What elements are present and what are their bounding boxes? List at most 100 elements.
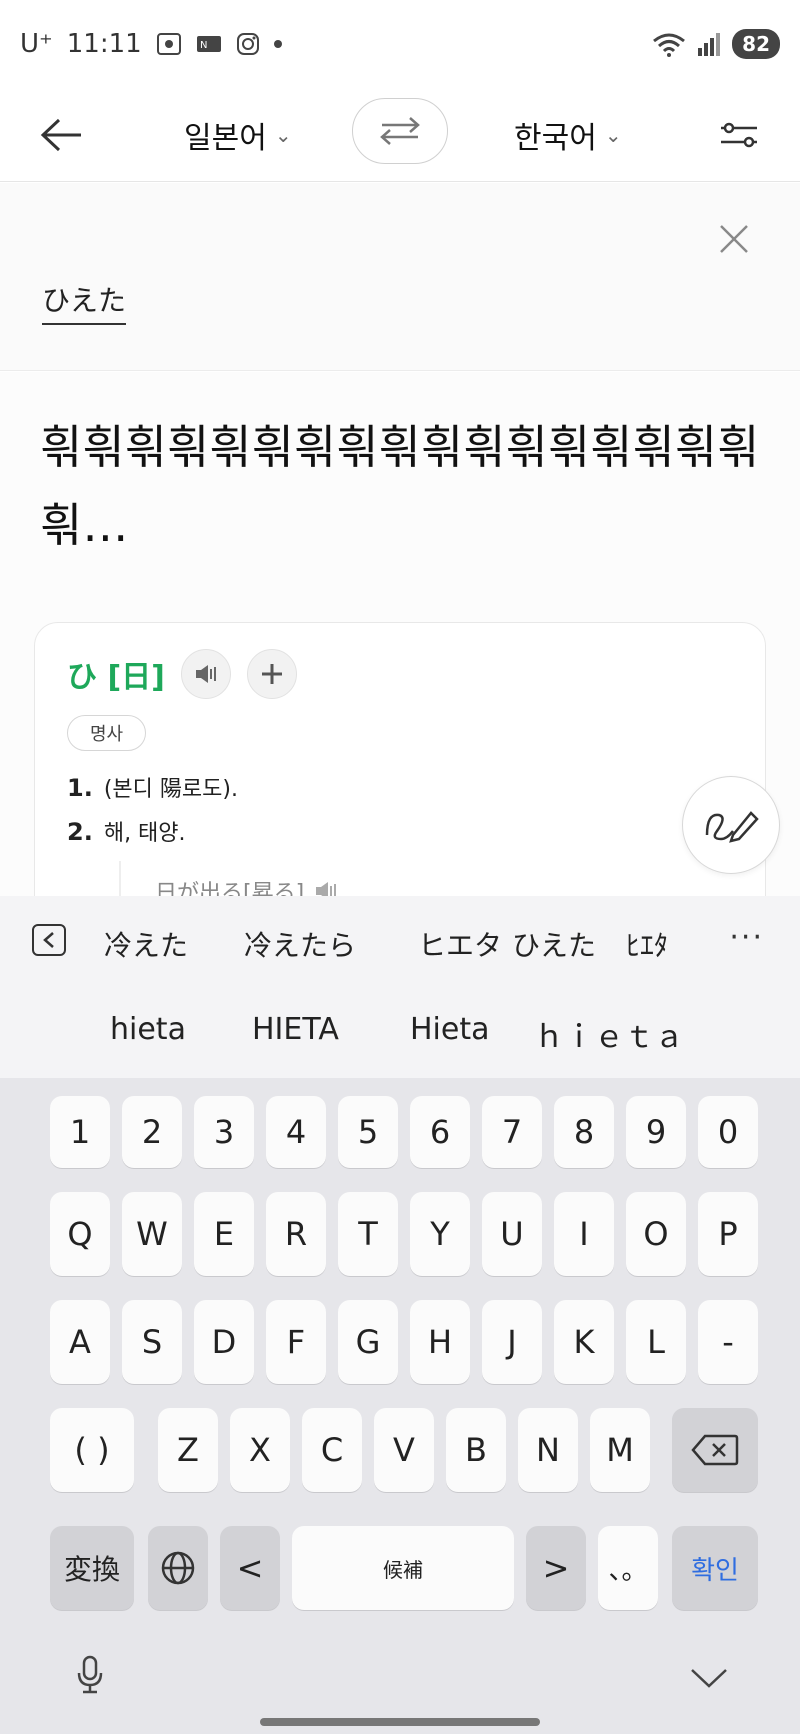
notification-dot-icon: [273, 40, 282, 48]
key-i[interactable]: I: [554, 1192, 614, 1276]
key-8[interactable]: 8: [554, 1096, 614, 1168]
key-q[interactable]: Q: [50, 1192, 110, 1276]
space-key[interactable]: 候補: [292, 1526, 514, 1610]
swap-icon: [380, 117, 420, 145]
key-s[interactable]: S: [122, 1300, 182, 1384]
confirm-key[interactable]: 확인: [672, 1526, 758, 1610]
key-b[interactable]: B: [446, 1408, 506, 1492]
key-v[interactable]: V: [374, 1408, 434, 1492]
pronounce-button[interactable]: [180, 649, 231, 699]
back-arrow-icon: [40, 118, 81, 152]
sliders-icon: [721, 122, 757, 148]
key-p[interactable]: P: [698, 1192, 758, 1276]
handwriting-icon: [705, 811, 759, 843]
speaker-icon: [195, 665, 216, 683]
key-y[interactable]: Y: [410, 1192, 470, 1276]
suggestion-item[interactable]: ｈｉｅｔａ: [534, 1012, 684, 1056]
swap-languages-button[interactable]: [352, 98, 448, 164]
key-1[interactable]: 1: [50, 1096, 110, 1168]
suggestion-item[interactable]: ﾋｴﾀ: [626, 924, 668, 964]
language-switch-key[interactable]: [148, 1526, 208, 1610]
key-7[interactable]: 7: [482, 1096, 542, 1168]
key-4[interactable]: 4: [266, 1096, 326, 1168]
ime-suggestion-bar: 冷えた 冷えたら ヒエタ ひえた ﾋｴﾀ ··· hieta HIETA Hie…: [0, 896, 800, 1078]
key-l[interactable]: L: [626, 1300, 686, 1384]
signal-icon: [696, 32, 722, 56]
suggestion-item[interactable]: ヒエタ: [418, 924, 502, 964]
status-bar: U⁺ 11:11 N 82: [0, 0, 800, 88]
collapse-suggestions-button[interactable]: [32, 924, 66, 956]
add-to-wordbook-button[interactable]: [246, 649, 297, 699]
battery-level: 82: [732, 29, 780, 59]
chevron-down-icon: ⌄: [604, 123, 622, 147]
suggestion-item[interactable]: 冷えたら: [244, 924, 356, 964]
key-x[interactable]: X: [230, 1408, 290, 1492]
handwriting-button[interactable]: [682, 776, 780, 874]
key-j[interactable]: J: [482, 1300, 542, 1384]
translator-header: 일본어 ⌄ 한국어 ⌄: [0, 88, 800, 182]
key-m[interactable]: M: [590, 1408, 650, 1492]
microphone-icon[interactable]: [70, 1650, 110, 1700]
key-g[interactable]: G: [338, 1300, 398, 1384]
translation-text: 흮흮흮흮흮흮흮흮흮흮흮흮흮흮흮흮흮흮…: [40, 420, 760, 552]
source-input-panel[interactable]: ひえた: [0, 183, 800, 371]
key-d[interactable]: D: [194, 1300, 254, 1384]
key-h[interactable]: H: [410, 1300, 470, 1384]
key-f[interactable]: F: [266, 1300, 326, 1384]
key-2[interactable]: 2: [122, 1096, 182, 1168]
target-language-selector[interactable]: 한국어 ⌄: [514, 110, 622, 160]
key-9[interactable]: 9: [626, 1096, 686, 1168]
key-c[interactable]: C: [302, 1408, 362, 1492]
key-5[interactable]: 5: [338, 1096, 398, 1168]
key-o[interactable]: O: [626, 1192, 686, 1276]
chevron-down-icon: ⌄: [274, 123, 292, 147]
backspace-key[interactable]: [672, 1408, 758, 1492]
cursor-left-key[interactable]: <: [220, 1526, 280, 1610]
close-icon: [720, 225, 748, 253]
key-k[interactable]: K: [554, 1300, 614, 1384]
key-n[interactable]: N: [518, 1408, 578, 1492]
key-w[interactable]: W: [122, 1192, 182, 1276]
key-0[interactable]: 0: [698, 1096, 758, 1168]
more-suggestions-button[interactable]: ···: [729, 920, 764, 955]
suggestion-item[interactable]: Hieta: [410, 1012, 490, 1047]
backspace-icon: [691, 1434, 739, 1466]
key-t[interactable]: T: [338, 1192, 398, 1276]
key-e[interactable]: E: [194, 1192, 254, 1276]
suggestion-item[interactable]: ひえた: [512, 924, 596, 964]
svg-text:N: N: [200, 40, 207, 51]
key-r[interactable]: R: [266, 1192, 326, 1276]
source-language-selector[interactable]: 일본어 ⌄: [184, 110, 292, 160]
key-6[interactable]: 6: [410, 1096, 470, 1168]
dictionary-headword: ひ [日]: [67, 660, 165, 695]
suggestion-item[interactable]: HIETA: [252, 1012, 339, 1047]
plus-icon: [261, 664, 282, 684]
suggestion-item[interactable]: hieta: [110, 1012, 186, 1047]
wifi-icon: [652, 31, 686, 57]
source-text[interactable]: ひえた: [42, 279, 127, 325]
definition-text: (본디 陽로도).: [103, 777, 238, 802]
key-u[interactable]: U: [482, 1192, 542, 1276]
suggestion-item[interactable]: 冷えた: [104, 924, 188, 964]
home-indicator[interactable]: [260, 1718, 540, 1726]
carrier-label: U⁺: [20, 29, 53, 59]
cursor-right-key[interactable]: >: [526, 1526, 586, 1610]
key-z[interactable]: Z: [158, 1408, 218, 1492]
hide-keyboard-icon[interactable]: [686, 1658, 732, 1698]
chevron-left-icon: [43, 932, 54, 948]
definition-text: 해, 태양.: [103, 821, 186, 846]
clock: 11:11: [66, 29, 142, 59]
dictionary-card: ひ [日] 명사 1. (본디 陽로도). 2. 해, 태양. 日が出る[昇る]: [34, 622, 766, 922]
back-button[interactable]: [36, 110, 86, 160]
key-a[interactable]: A: [50, 1300, 110, 1384]
key-hyphen[interactable]: -: [698, 1300, 758, 1384]
key-3[interactable]: 3: [194, 1096, 254, 1168]
key-parentheses[interactable]: ( ): [50, 1408, 134, 1492]
convert-key[interactable]: 変換: [50, 1526, 134, 1610]
definition-number: 1.: [67, 774, 93, 802]
definition-number: 2.: [67, 818, 93, 846]
punctuation-key[interactable]: 、。: [598, 1526, 658, 1610]
settings-button[interactable]: [714, 110, 764, 160]
keyboard: 1 2 3 4 5 6 7 8 9 0 Q W E R T Y U I O P …: [0, 1078, 800, 1734]
clear-input-button[interactable]: [714, 219, 754, 259]
